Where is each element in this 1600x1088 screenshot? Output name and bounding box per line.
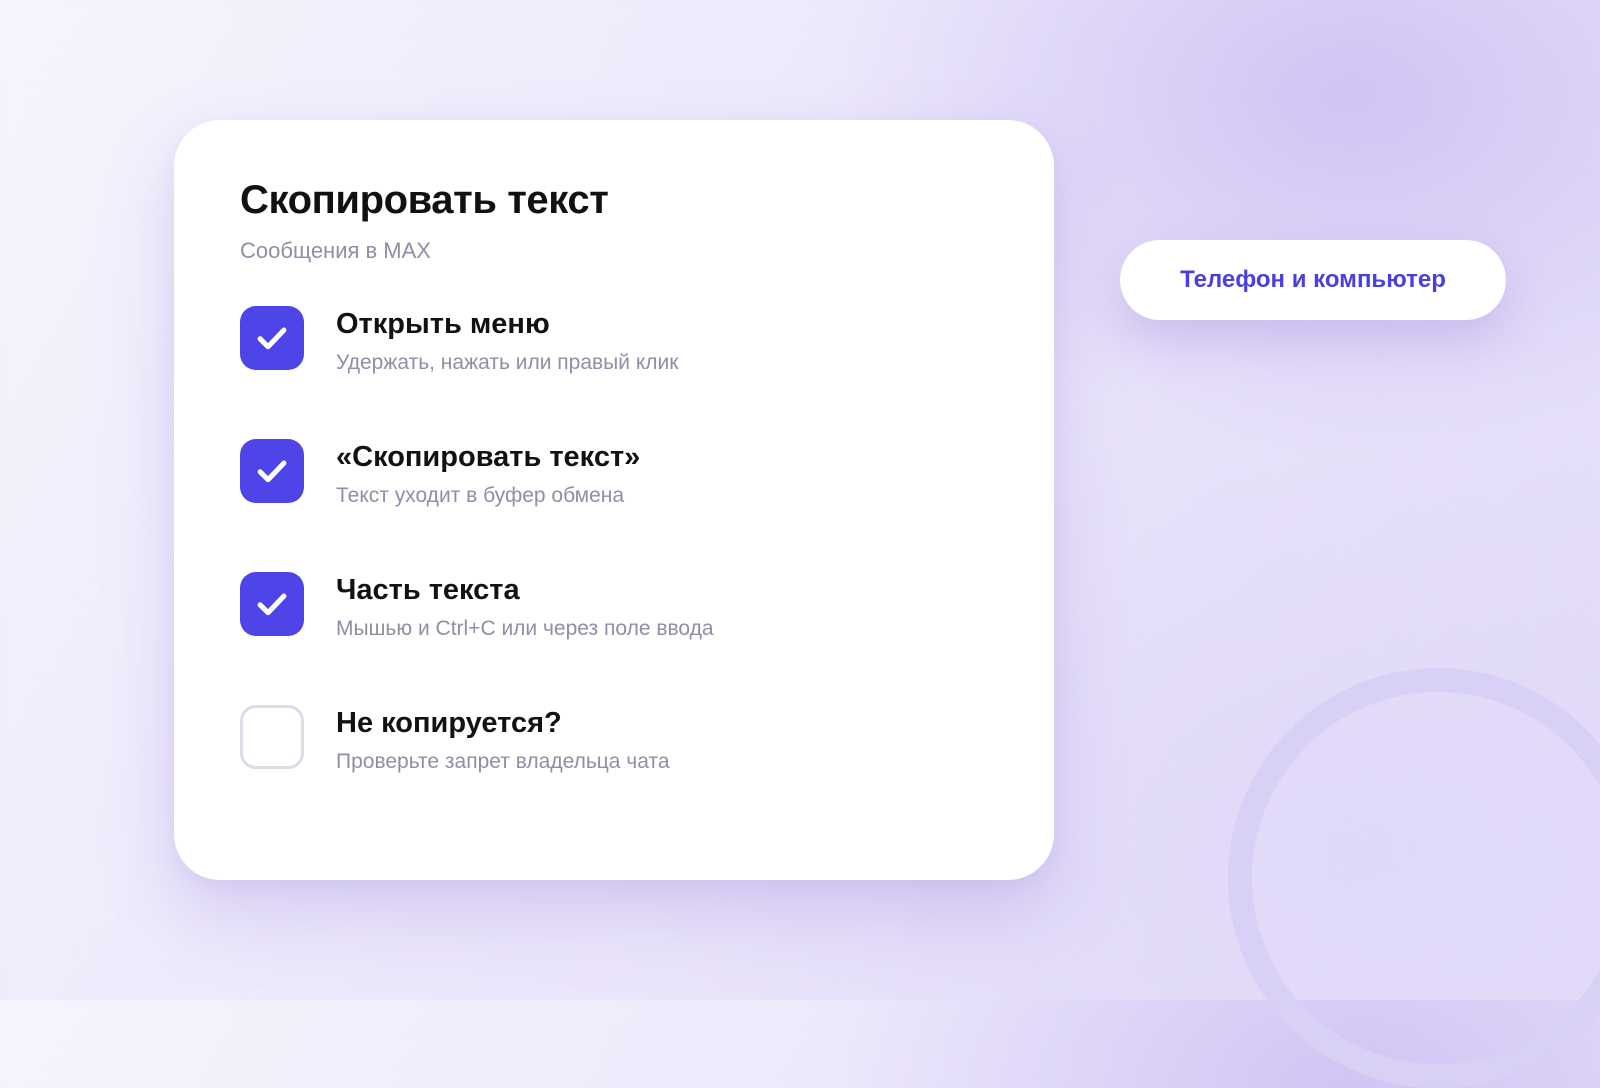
check-icon xyxy=(257,327,287,350)
step-text: Часть текста Мышью и Ctrl+C или через по… xyxy=(336,572,714,641)
steps-list: Открыть меню Удержать, нажать или правый… xyxy=(240,306,988,838)
step-checkbox[interactable] xyxy=(240,306,304,370)
check-icon xyxy=(257,593,287,616)
step-description: Текст уходит в буфер обмена xyxy=(336,484,625,508)
step-item: Не копируется? Проверьте запрет владельц… xyxy=(240,705,988,838)
step-item: Открыть меню Удержать, нажать или правый… xyxy=(240,306,988,439)
check-icon xyxy=(257,460,287,483)
step-title: «Скопировать текст» xyxy=(336,441,641,473)
step-description: Проверьте запрет владельца чата xyxy=(336,750,670,774)
card-subtitle: Сообщения в MAX xyxy=(240,238,431,263)
step-text: Не копируется? Проверьте запрет владельц… xyxy=(336,705,670,774)
step-description: Мышью и Ctrl+C или через поле ввода xyxy=(336,617,714,641)
platform-pill-button[interactable]: Телефон и компьютер xyxy=(1120,240,1506,320)
step-checkbox[interactable] xyxy=(240,439,304,503)
step-text: Открыть меню Удержать, нажать или правый… xyxy=(336,306,678,375)
instruction-card: Скопировать текст Сообщения в MAX Открыт… xyxy=(174,120,1054,880)
step-item: Часть текста Мышью и Ctrl+C или через по… xyxy=(240,572,988,705)
step-title: Открыть меню xyxy=(336,308,550,340)
step-checkbox[interactable] xyxy=(240,572,304,636)
step-description: Удержать, нажать или правый клик xyxy=(336,351,679,375)
decorative-ring xyxy=(1228,668,1600,1088)
step-item: «Скопировать текст» Текст уходит в буфер… xyxy=(240,439,988,572)
card-title: Скопировать текст xyxy=(240,178,609,222)
step-title: Не копируется? xyxy=(336,707,562,739)
step-title: Часть текста xyxy=(336,574,520,606)
step-text: «Скопировать текст» Текст уходит в буфер… xyxy=(336,439,640,508)
step-checkbox[interactable] xyxy=(240,705,304,769)
